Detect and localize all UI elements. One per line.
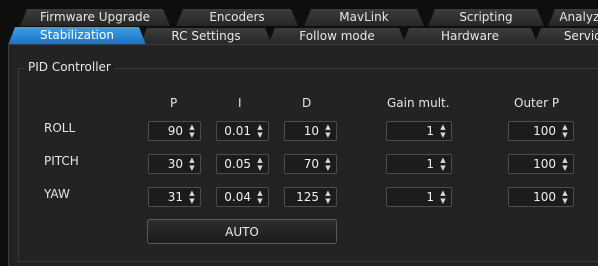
pitch-gain-mult-spinbox[interactable]: 1 ▲ ▼	[386, 154, 452, 174]
tab-firmware-upgrade[interactable]: Firmware Upgrade	[20, 9, 170, 26]
roll-p-spinbox[interactable]: 90 ▲ ▼	[148, 121, 201, 141]
chevron-down-icon[interactable]: ▼	[322, 197, 334, 205]
tab-stabilization[interactable]: Stabilization	[8, 27, 146, 45]
chevron-up-icon[interactable]: ▲	[437, 123, 449, 131]
spin-value: 31	[167, 190, 183, 204]
yaw-d-spinbox[interactable]: 125 ▲ ▼	[284, 187, 337, 207]
chevron-up-icon[interactable]: ▲	[322, 156, 334, 164]
chevron-down-icon[interactable]: ▼	[186, 131, 198, 139]
tab-mavlink[interactable]: MavLink	[304, 9, 424, 26]
chevron-up-icon[interactable]: ▲	[254, 156, 266, 164]
tab-rc-settings[interactable]: RC Settings	[140, 28, 272, 45]
header-outer-p: Outer P	[514, 96, 560, 110]
chevron-up-icon[interactable]: ▲	[254, 189, 266, 197]
spin-value: 30	[167, 157, 183, 171]
spin-value: 1	[426, 124, 434, 138]
tab-service[interactable]: Service	[534, 28, 598, 45]
yaw-p-spinbox[interactable]: 31 ▲ ▼	[148, 187, 201, 207]
spin-value: 1	[426, 157, 434, 171]
tab-encoders[interactable]: Encoders	[176, 9, 298, 26]
header-i: I	[238, 96, 242, 110]
header-d: D	[302, 96, 312, 110]
chevron-down-icon[interactable]: ▼	[322, 164, 334, 172]
row-label-yaw: YAW	[44, 187, 70, 201]
spin-value: 90	[167, 124, 183, 138]
chevron-down-icon[interactable]: ▼	[254, 164, 266, 172]
tab-analyze[interactable]: Analyze	[548, 9, 598, 26]
chevron-up-icon[interactable]: ▲	[186, 156, 198, 164]
row-label-roll: ROLL	[44, 121, 76, 135]
chevron-down-icon[interactable]: ▼	[559, 197, 571, 205]
yaw-i-spinbox[interactable]: 0.04 ▲ ▼	[216, 187, 269, 207]
chevron-up-icon[interactable]: ▲	[437, 189, 449, 197]
spin-value: 100	[533, 124, 556, 138]
tab-follow-mode[interactable]: Follow mode	[268, 28, 406, 45]
spin-value: 10	[303, 124, 319, 138]
chevron-down-icon[interactable]: ▼	[186, 164, 198, 172]
pid-group-title: PID Controller	[24, 60, 115, 74]
chevron-down-icon[interactable]: ▼	[186, 197, 198, 205]
chevron-up-icon[interactable]: ▲	[254, 123, 266, 131]
chevron-down-icon[interactable]: ▼	[559, 131, 571, 139]
chevron-up-icon[interactable]: ▲	[322, 189, 334, 197]
chevron-up-icon[interactable]: ▲	[559, 156, 571, 164]
tab-hardware[interactable]: Hardware	[402, 28, 538, 45]
spin-value: 100	[533, 190, 556, 204]
spin-value: 70	[303, 157, 319, 171]
roll-i-spinbox[interactable]: 0.01 ▲ ▼	[216, 121, 269, 141]
chevron-up-icon[interactable]: ▲	[186, 189, 198, 197]
chevron-up-icon[interactable]: ▲	[559, 123, 571, 131]
chevron-down-icon[interactable]: ▼	[559, 164, 571, 172]
yaw-outer-p-spinbox[interactable]: 100 ▲ ▼	[508, 187, 574, 207]
chevron-down-icon[interactable]: ▼	[322, 131, 334, 139]
chevron-up-icon[interactable]: ▲	[437, 156, 449, 164]
chevron-down-icon[interactable]: ▼	[437, 197, 449, 205]
chevron-down-icon[interactable]: ▼	[254, 197, 266, 205]
spin-value: 125	[296, 190, 319, 204]
spin-value: 0.04	[224, 190, 251, 204]
chevron-down-icon[interactable]: ▼	[254, 131, 266, 139]
chevron-down-icon[interactable]: ▼	[437, 131, 449, 139]
roll-gain-mult-spinbox[interactable]: 1 ▲ ▼	[386, 121, 452, 141]
chevron-up-icon[interactable]: ▲	[322, 123, 334, 131]
tab-scripting[interactable]: Scripting	[428, 9, 544, 26]
spin-value: 100	[533, 157, 556, 171]
auto-button[interactable]: AUTO	[147, 219, 337, 244]
header-p: P	[170, 96, 178, 110]
chevron-down-icon[interactable]: ▼	[437, 164, 449, 172]
roll-outer-p-spinbox[interactable]: 100 ▲ ▼	[508, 121, 574, 141]
pitch-p-spinbox[interactable]: 30 ▲ ▼	[148, 154, 201, 174]
pitch-d-spinbox[interactable]: 70 ▲ ▼	[284, 154, 337, 174]
roll-d-spinbox[interactable]: 10 ▲ ▼	[284, 121, 337, 141]
chevron-up-icon[interactable]: ▲	[559, 189, 571, 197]
spin-value: 0.05	[224, 157, 251, 171]
pitch-outer-p-spinbox[interactable]: 100 ▲ ▼	[508, 154, 574, 174]
pitch-i-spinbox[interactable]: 0.05 ▲ ▼	[216, 154, 269, 174]
header-gain-mult: Gain mult.	[387, 96, 450, 110]
spin-value: 1	[426, 190, 434, 204]
row-label-pitch: PITCH	[44, 154, 79, 168]
chevron-up-icon[interactable]: ▲	[186, 123, 198, 131]
yaw-gain-mult-spinbox[interactable]: 1 ▲ ▼	[386, 187, 452, 207]
spin-value: 0.01	[224, 124, 251, 138]
